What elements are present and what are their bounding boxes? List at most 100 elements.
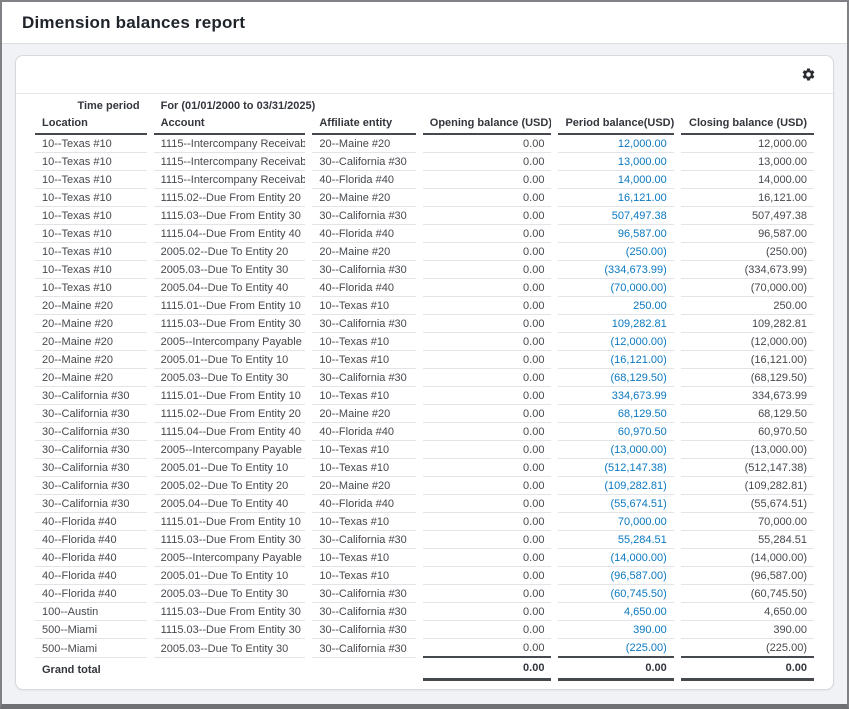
- report-header: Dimension balances report: [2, 2, 847, 44]
- cell-account: 2005.02--Due To Entity 20: [154, 477, 306, 495]
- report-settings-button[interactable]: [799, 65, 818, 84]
- cell-affiliate-entity: 30--California #30: [312, 639, 415, 658]
- cell-period-balance[interactable]: 68,129.50: [558, 405, 673, 423]
- cell-period-balance[interactable]: (250.00): [558, 243, 673, 261]
- cell-account: 1115.01--Due From Entity 10: [154, 387, 306, 405]
- cell-period-balance[interactable]: 4,650.00: [558, 603, 673, 621]
- cell-closing-balance: 96,587.00: [681, 225, 814, 243]
- cell-closing-balance: 70,000.00: [681, 513, 814, 531]
- column-header-closing-balance: Closing balance (USD): [681, 115, 814, 135]
- cell-period-balance[interactable]: (60,745.50): [558, 585, 673, 603]
- column-header-period-balance: Period balance(USD): [558, 115, 673, 135]
- cell-opening-balance: 0.00: [423, 297, 552, 315]
- cell-affiliate-entity: 10--Texas #10: [312, 297, 415, 315]
- table-row: 10--Texas #102005.02--Due To Entity 2020…: [35, 243, 814, 261]
- cell-closing-balance: 60,970.50: [681, 423, 814, 441]
- cell-location: 40--Florida #40: [35, 549, 147, 567]
- cell-closing-balance: 4,650.00: [681, 603, 814, 621]
- time-period-value: For (01/01/2000 to 03/31/2025): [154, 97, 814, 115]
- cell-closing-balance: 507,497.38: [681, 207, 814, 225]
- cell-affiliate-entity: 20--Maine #20: [312, 243, 415, 261]
- cell-period-balance[interactable]: (512,147.38): [558, 459, 673, 477]
- cell-period-balance[interactable]: (14,000.00): [558, 549, 673, 567]
- cell-period-balance[interactable]: 507,497.38: [558, 207, 673, 225]
- cell-period-balance[interactable]: 109,282.81: [558, 315, 673, 333]
- cell-period-balance[interactable]: (12,000.00): [558, 333, 673, 351]
- table-row: 30--California #301115.02--Due From Enti…: [35, 405, 814, 423]
- cell-period-balance[interactable]: (55,674.51): [558, 495, 673, 513]
- cell-period-balance[interactable]: (16,121.00): [558, 351, 673, 369]
- cell-period-balance[interactable]: (70,000.00): [558, 279, 673, 297]
- cell-period-balance[interactable]: 390.00: [558, 621, 673, 639]
- grand-total-closing-balance: 0.00: [681, 658, 814, 681]
- cell-opening-balance: 0.00: [423, 405, 552, 423]
- cell-opening-balance: 0.00: [423, 351, 552, 369]
- cell-period-balance[interactable]: 96,587.00: [558, 225, 673, 243]
- cell-opening-balance: 0.00: [423, 207, 552, 225]
- cell-affiliate-entity: 40--Florida #40: [312, 225, 415, 243]
- cell-account: 1115.04--Due From Entity 40: [154, 225, 306, 243]
- grand-total-period-balance: 0.00: [558, 658, 673, 681]
- cell-location: 500--Miami: [35, 639, 147, 658]
- cell-location: 30--California #30: [35, 441, 147, 459]
- cell-affiliate-entity: 30--California #30: [312, 621, 415, 639]
- gear-icon: [801, 67, 816, 82]
- cell-opening-balance: 0.00: [423, 441, 552, 459]
- cell-location: 40--Florida #40: [35, 531, 147, 549]
- cell-affiliate-entity: 40--Florida #40: [312, 171, 415, 189]
- table-row: 30--California #302005.04--Due To Entity…: [35, 495, 814, 513]
- cell-period-balance[interactable]: 60,970.50: [558, 423, 673, 441]
- cell-period-balance[interactable]: (225.00): [558, 639, 673, 658]
- cell-period-balance[interactable]: 70,000.00: [558, 513, 673, 531]
- cell-account: 2005.03--Due To Entity 30: [154, 369, 306, 387]
- app-window: Dimension balances report: [0, 0, 849, 709]
- cell-period-balance[interactable]: (96,587.00): [558, 567, 673, 585]
- table-row: 20--Maine #202005.03--Due To Entity 3030…: [35, 369, 814, 387]
- cell-location: 30--California #30: [35, 477, 147, 495]
- cell-affiliate-entity: 30--California #30: [312, 207, 415, 225]
- cell-period-balance[interactable]: 14,000.00: [558, 171, 673, 189]
- cell-account: 1115.01--Due From Entity 10: [154, 513, 306, 531]
- column-header-account: Account: [154, 115, 306, 135]
- cell-account: 1115.04--Due From Entity 40: [154, 423, 306, 441]
- cell-closing-balance: (70,000.00): [681, 279, 814, 297]
- cell-account: 1115--Intercompany Receivable: [154, 153, 306, 171]
- cell-opening-balance: 0.00: [423, 603, 552, 621]
- table-row: 500--Miami2005.03--Due To Entity 3030--C…: [35, 639, 814, 658]
- cell-closing-balance: (225.00): [681, 639, 814, 658]
- table-row: 30--California #30 2005.02--Due To Entity…: [35, 477, 814, 495]
- cell-period-balance[interactable]: (68,129.50): [558, 369, 673, 387]
- cell-location: 100--Austin: [35, 603, 147, 621]
- cell-account: 2005.04--Due To Entity 40: [154, 279, 306, 297]
- table-row: 10--Texas #101115.04--Due From Entity 40…: [35, 225, 814, 243]
- cell-account: 2005.01--Due To Entity 10: [154, 567, 306, 585]
- cell-period-balance[interactable]: 250.00: [558, 297, 673, 315]
- cell-period-balance[interactable]: 13,000.00: [558, 153, 673, 171]
- cell-affiliate-entity: 10--Texas #10: [312, 441, 415, 459]
- cell-affiliate-entity: 30--California #30: [312, 315, 415, 333]
- cell-period-balance[interactable]: 12,000.00: [558, 135, 673, 153]
- cell-account: 1115.01--Due From Entity 10: [154, 297, 306, 315]
- cell-account: 2005.01--Due To Entity 10: [154, 459, 306, 477]
- cell-period-balance[interactable]: 16,121.00: [558, 189, 673, 207]
- grand-total-row: Grand total 0.00 0.00 0.00: [35, 658, 814, 681]
- cell-period-balance[interactable]: (13,000.00): [558, 441, 673, 459]
- cell-period-balance[interactable]: 334,673.99: [558, 387, 673, 405]
- cell-account: 1115.03--Due From Entity 30: [154, 621, 306, 639]
- table-row: 20--Maine #202005.01--Due To Entity 1010…: [35, 351, 814, 369]
- cell-location: 30--California #30: [35, 405, 147, 423]
- table-row: 40--Florida #402005.03--Due To Entity 30…: [35, 585, 814, 603]
- report-area: Time period For (01/01/2000 to 03/31/202…: [16, 94, 833, 681]
- cell-location: 20--Maine #20: [35, 297, 147, 315]
- cell-affiliate-entity: 40--Florida #40: [312, 423, 415, 441]
- cell-closing-balance: (96,587.00): [681, 567, 814, 585]
- cell-location: 20--Maine #20: [35, 351, 147, 369]
- table-row: 500--Miami1115.03--Due From Entity 3030-…: [35, 621, 814, 639]
- cell-account: 1115--Intercompany Receivable: [154, 135, 306, 153]
- cell-period-balance[interactable]: (109,282.81): [558, 477, 673, 495]
- cell-closing-balance: (68,129.50): [681, 369, 814, 387]
- cell-affiliate-entity: 40--Florida #40: [312, 495, 415, 513]
- cell-closing-balance: (55,674.51): [681, 495, 814, 513]
- cell-period-balance[interactable]: (334,673.99): [558, 261, 673, 279]
- cell-period-balance[interactable]: 55,284.51: [558, 531, 673, 549]
